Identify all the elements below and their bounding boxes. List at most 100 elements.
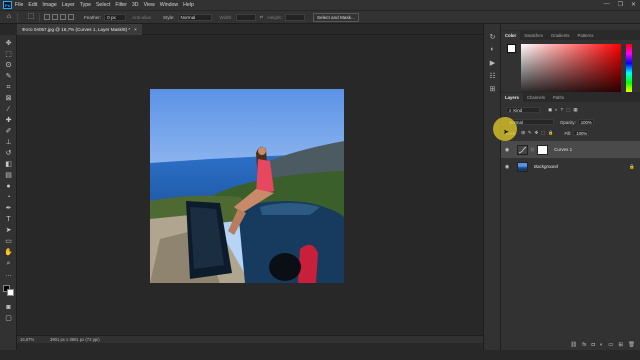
menu-3d[interactable]: 3D xyxy=(132,2,139,8)
properties-panel-icon[interactable]: ☷ xyxy=(488,73,497,81)
add-mask-icon[interactable]: ◘ xyxy=(592,342,595,348)
menu-view[interactable]: View xyxy=(144,2,155,8)
feather-input[interactable]: 0 px xyxy=(104,13,127,21)
frame-tool-icon[interactable]: ⊠ xyxy=(4,94,13,103)
layer-mask-thumbnail[interactable] xyxy=(537,144,549,155)
tab-paths[interactable]: Paths xyxy=(549,93,568,102)
actions-play-icon[interactable]: ▶ xyxy=(488,60,497,68)
width-input[interactable] xyxy=(235,13,256,21)
layer-row-curves[interactable]: ◉ ⛓ Curves 1 xyxy=(501,141,640,158)
menu-select[interactable]: Select xyxy=(96,2,110,8)
dodge-tool-icon[interactable]: ◔ xyxy=(4,193,13,202)
tab-swatches[interactable]: Swatches xyxy=(520,31,547,40)
height-input[interactable] xyxy=(284,13,305,21)
path-selection-icon[interactable]: ➤ xyxy=(4,226,13,235)
rectangle-tool-icon[interactable]: ▭ xyxy=(4,237,13,246)
tab-color[interactable]: Color xyxy=(501,31,521,40)
adjustments-panel-icon[interactable]: ◐ xyxy=(488,46,497,54)
lock-icon[interactable]: 🔒 xyxy=(629,164,635,170)
close-tab-icon[interactable]: × xyxy=(134,27,137,32)
filter-icons[interactable]: ▣◐T⬚▦ xyxy=(548,107,580,113)
fill-label: Fill: xyxy=(564,130,572,136)
more-tools-icon[interactable]: … xyxy=(4,270,13,279)
new-layer-icon[interactable]: ⊞ xyxy=(618,342,623,348)
menu-layer[interactable]: Layer xyxy=(62,2,75,8)
tab-layers[interactable]: Layers xyxy=(501,93,523,102)
document-info[interactable]: 3901 px x 3901 px (72 ppi) xyxy=(50,337,100,342)
menu-filter[interactable]: Filter xyxy=(115,2,127,8)
clone-stamp-icon[interactable]: ⊥ xyxy=(4,138,13,147)
status-bar: 16,67% 3901 px x 3901 px (72 ppi) xyxy=(17,335,483,343)
select-and-mask-button[interactable]: Select and Mask... xyxy=(312,12,359,22)
layer-filter-row: ⌕ Kind ▣◐T⬚▦ xyxy=(501,107,640,113)
delete-layer-icon[interactable]: 🗑 xyxy=(628,342,635,348)
divider xyxy=(17,12,18,22)
document-image[interactable] xyxy=(150,89,344,283)
maximize-button[interactable]: ❐ xyxy=(618,1,623,8)
eyedropper-icon[interactable]: ⁄ xyxy=(4,105,13,114)
style-label: Style: xyxy=(163,14,175,20)
document-tab[interactable]: Фото 04057.jpg @ 16,7% (Curves 1, Layer … xyxy=(17,24,142,35)
eraser-tool-icon[interactable]: ◧ xyxy=(4,160,13,169)
add-selection-icon[interactable] xyxy=(52,14,58,20)
background-color-swatch[interactable] xyxy=(7,289,14,296)
quick-selection-icon[interactable]: ✎ xyxy=(4,72,13,81)
home-icon[interactable]: ⌂ xyxy=(5,13,13,21)
opacity-input[interactable]: 100% xyxy=(577,119,594,125)
layer-name-curves[interactable]: Curves 1 xyxy=(554,147,572,152)
layer-row-background[interactable]: ◉ Background 🔒 xyxy=(501,158,640,175)
healing-brush-icon[interactable]: ✚ xyxy=(4,116,13,125)
layer-style-icon[interactable]: fx xyxy=(582,342,586,348)
layer-name-background[interactable]: Background xyxy=(534,164,558,169)
lasso-tool-icon[interactable]: ʘ xyxy=(4,61,13,70)
menu-file[interactable]: File xyxy=(15,2,23,8)
crop-tool-icon[interactable]: ⌗ xyxy=(4,83,13,92)
chain-link-icon[interactable]: ⛓ xyxy=(530,147,535,152)
search-icon: ⌕ xyxy=(509,107,512,113)
gradient-tool-icon[interactable]: ▤ xyxy=(4,171,13,180)
filter-kind-select[interactable]: ⌕ Kind xyxy=(506,107,540,113)
zoom-level[interactable]: 16,67% xyxy=(20,337,46,342)
minimize-button[interactable]: — xyxy=(604,1,610,8)
menu-help[interactable]: Help xyxy=(183,2,194,8)
visibility-eye-icon[interactable]: ◉ xyxy=(501,147,513,153)
history-panel-icon[interactable]: ↻ xyxy=(488,34,497,42)
brush-tool-icon[interactable]: ✐ xyxy=(4,127,13,136)
fill-input[interactable]: 100% xyxy=(573,130,590,136)
history-brush-icon[interactable]: ↺ xyxy=(4,149,13,158)
swap-icon[interactable]: ⇄ xyxy=(260,14,264,20)
visibility-eye-icon[interactable]: ◉ xyxy=(501,164,513,170)
link-layers-icon[interactable]: ⛓ xyxy=(570,342,577,348)
antialias-label[interactable]: Anti-alias xyxy=(132,15,151,20)
menu-window[interactable]: Window xyxy=(160,2,178,8)
zoom-tool-icon[interactable]: ⌕ xyxy=(4,259,13,268)
curves-adjustment-icon xyxy=(517,144,528,155)
panel-dock: ↻ ◐ ▶ ☷ ⊞ xyxy=(483,24,500,350)
panel-foreground-swatch[interactable] xyxy=(507,44,516,53)
lock-icons[interactable]: ⊞✎✥⬚🔒 xyxy=(521,130,556,136)
adjustment-layer-icon[interactable]: ◐ xyxy=(600,342,603,348)
menu-edit[interactable]: Edit xyxy=(28,2,37,8)
tab-channels[interactable]: Channels xyxy=(523,93,549,102)
tab-gradients[interactable]: Gradients xyxy=(547,31,574,40)
style-select[interactable]: Normal xyxy=(177,13,212,21)
new-selection-icon[interactable] xyxy=(44,14,50,20)
menu-image[interactable]: Image xyxy=(42,2,56,8)
close-window-button[interactable]: ✕ xyxy=(631,1,636,8)
subtract-selection-icon[interactable] xyxy=(60,14,66,20)
screen-mode-icon[interactable]: ▢ xyxy=(4,314,13,323)
blur-tool-icon[interactable]: ● xyxy=(4,182,13,191)
hand-tool-icon[interactable]: ✋ xyxy=(4,248,13,257)
pen-tool-icon[interactable]: ✒ xyxy=(4,204,13,213)
menu-type[interactable]: Type xyxy=(80,2,91,8)
intersect-selection-icon[interactable] xyxy=(68,14,74,20)
tab-patterns[interactable]: Patterns xyxy=(574,31,598,40)
type-tool-icon[interactable]: T xyxy=(4,215,13,224)
new-group-icon[interactable]: ▭ xyxy=(608,342,613,348)
opacity-label: Opacity: xyxy=(560,119,576,125)
rectangular-marquee-icon[interactable]: ⬚ xyxy=(4,50,13,59)
libraries-panel-icon[interactable]: ⊞ xyxy=(488,86,497,94)
marquee-preset-icon[interactable]: ⬚ xyxy=(27,13,35,21)
move-tool-icon[interactable]: ✥ xyxy=(4,39,13,48)
quick-mask-icon[interactable]: ◙ xyxy=(4,303,13,312)
